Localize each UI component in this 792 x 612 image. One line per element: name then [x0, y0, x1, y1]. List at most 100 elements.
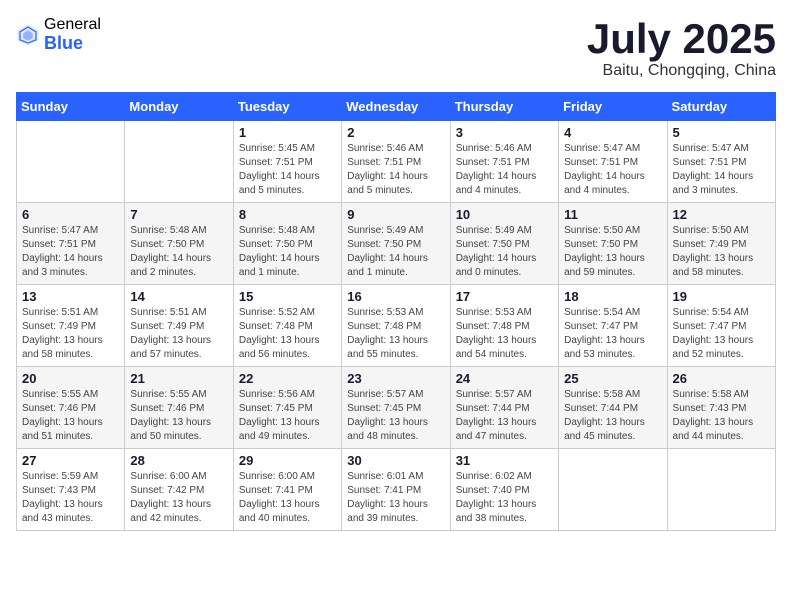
- calendar-cell: 6Sunrise: 5:47 AM Sunset: 7:51 PM Daylig…: [17, 203, 125, 285]
- day-info: Sunrise: 6:00 AM Sunset: 7:41 PM Dayligh…: [239, 470, 336, 526]
- day-info: Sunrise: 6:00 AM Sunset: 7:42 PM Dayligh…: [130, 470, 227, 526]
- title-area: July 2025 Baitu, Chongqing, China: [587, 16, 776, 80]
- day-number: 25: [564, 371, 661, 386]
- day-number: 2: [347, 125, 444, 140]
- day-number: 29: [239, 453, 336, 468]
- day-number: 24: [456, 371, 553, 386]
- day-info: Sunrise: 5:55 AM Sunset: 7:46 PM Dayligh…: [22, 388, 119, 444]
- day-info: Sunrise: 5:59 AM Sunset: 7:43 PM Dayligh…: [22, 470, 119, 526]
- day-number: 18: [564, 289, 661, 304]
- week-row-3: 13 Sunrise: 5:51 AM Sunset: 7:49 PM Dayli…: [17, 285, 776, 367]
- day-header-saturday: Saturday: [667, 93, 775, 121]
- calendar-cell: 11 Sunrise: 5:50 AM Sunset: 7:50 PM Dayli…: [559, 203, 667, 285]
- calendar-cell: 29 Sunrise: 6:00 AM Sunset: 7:41 PM Dayli…: [233, 449, 341, 531]
- day-number: 6: [22, 207, 119, 222]
- calendar-cell: 3 Sunrise: 5:46 AM Sunset: 7:51 PM Daylig…: [450, 121, 558, 203]
- calendar-cell: 4 Sunrise: 5:47 AM Sunset: 7:51 PM Daylig…: [559, 121, 667, 203]
- calendar-cell: 27 Sunrise: 5:59 AM Sunset: 7:43 PM Dayli…: [17, 449, 125, 531]
- calendar-cell: 21 Sunrise: 5:55 AM Sunset: 7:46 PM Dayli…: [125, 367, 233, 449]
- logo-blue: Blue: [44, 34, 101, 54]
- day-number: 8: [239, 207, 336, 222]
- day-info: Sunrise: 5:51 AM Sunset: 7:49 PM Dayligh…: [130, 306, 227, 362]
- day-info: Sunrise: 5:51 AM Sunset: 7:49 PM Dayligh…: [22, 306, 119, 362]
- day-number: 17: [456, 289, 553, 304]
- day-info: Sunrise: 5:45 AM Sunset: 7:51 PM Dayligh…: [239, 142, 336, 198]
- week-row-1: 1 Sunrise: 5:45 AM Sunset: 7:51 PM Daylig…: [17, 121, 776, 203]
- month-title: July 2025: [587, 16, 776, 62]
- day-info: Sunrise: 5:53 AM Sunset: 7:48 PM Dayligh…: [347, 306, 444, 362]
- calendar-cell: 9Sunrise: 5:49 AM Sunset: 7:50 PM Daylig…: [342, 203, 450, 285]
- day-info: Sunrise: 5:53 AM Sunset: 7:48 PM Dayligh…: [456, 306, 553, 362]
- day-info: Sunrise: 5:46 AM Sunset: 7:51 PM Dayligh…: [456, 142, 553, 198]
- day-header-monday: Monday: [125, 93, 233, 121]
- calendar-cell: 31Sunrise: 6:02 AM Sunset: 7:40 PM Dayli…: [450, 449, 558, 531]
- day-header-wednesday: Wednesday: [342, 93, 450, 121]
- calendar-header-row: SundayMondayTuesdayWednesdayThursdayFrid…: [17, 93, 776, 121]
- day-info: Sunrise: 5:56 AM Sunset: 7:45 PM Dayligh…: [239, 388, 336, 444]
- location-title: Baitu, Chongqing, China: [587, 62, 776, 80]
- logo-text: General Blue: [44, 16, 101, 53]
- calendar-cell: 18 Sunrise: 5:54 AM Sunset: 7:47 PM Dayli…: [559, 285, 667, 367]
- day-number: 22: [239, 371, 336, 386]
- logo: General Blue: [16, 16, 101, 53]
- day-number: 16: [347, 289, 444, 304]
- logo-general: General: [44, 16, 101, 34]
- calendar-cell: [559, 449, 667, 531]
- calendar-cell: 19Sunrise: 5:54 AM Sunset: 7:47 PM Dayli…: [667, 285, 775, 367]
- day-info: Sunrise: 6:02 AM Sunset: 7:40 PM Dayligh…: [456, 470, 553, 526]
- calendar-cell: 24Sunrise: 5:57 AM Sunset: 7:44 PM Dayli…: [450, 367, 558, 449]
- day-info: Sunrise: 5:54 AM Sunset: 7:47 PM Dayligh…: [673, 306, 770, 362]
- day-info: Sunrise: 5:58 AM Sunset: 7:43 PM Dayligh…: [673, 388, 770, 444]
- day-number: 3: [456, 125, 553, 140]
- day-number: 11: [564, 207, 661, 222]
- calendar-cell: 10Sunrise: 5:49 AM Sunset: 7:50 PM Dayli…: [450, 203, 558, 285]
- day-info: Sunrise: 5:52 AM Sunset: 7:48 PM Dayligh…: [239, 306, 336, 362]
- day-info: Sunrise: 5:46 AM Sunset: 7:51 PM Dayligh…: [347, 142, 444, 198]
- day-number: 1: [239, 125, 336, 140]
- day-number: 4: [564, 125, 661, 140]
- page-header: General Blue July 2025 Baitu, Chongqing,…: [16, 16, 776, 80]
- day-number: 20: [22, 371, 119, 386]
- calendar-cell: 8Sunrise: 5:48 AM Sunset: 7:50 PM Daylig…: [233, 203, 341, 285]
- calendar-cell: 22 Sunrise: 5:56 AM Sunset: 7:45 PM Dayli…: [233, 367, 341, 449]
- day-number: 12: [673, 207, 770, 222]
- calendar-table: SundayMondayTuesdayWednesdayThursdayFrid…: [16, 92, 776, 531]
- calendar-cell: [17, 121, 125, 203]
- day-info: Sunrise: 5:55 AM Sunset: 7:46 PM Dayligh…: [130, 388, 227, 444]
- day-number: 13: [22, 289, 119, 304]
- calendar-cell: 15Sunrise: 5:52 AM Sunset: 7:48 PM Dayli…: [233, 285, 341, 367]
- calendar-cell: 7 Sunrise: 5:48 AM Sunset: 7:50 PM Daylig…: [125, 203, 233, 285]
- day-number: 5: [673, 125, 770, 140]
- calendar-cell: 13 Sunrise: 5:51 AM Sunset: 7:49 PM Dayli…: [17, 285, 125, 367]
- day-info: Sunrise: 5:50 AM Sunset: 7:50 PM Dayligh…: [564, 224, 661, 280]
- day-number: 7: [130, 207, 227, 222]
- calendar-cell: 12 Sunrise: 5:50 AM Sunset: 7:49 PM Dayli…: [667, 203, 775, 285]
- day-number: 23: [347, 371, 444, 386]
- day-info: Sunrise: 5:48 AM Sunset: 7:50 PM Dayligh…: [130, 224, 227, 280]
- day-number: 21: [130, 371, 227, 386]
- logo-icon: [16, 23, 40, 47]
- day-info: Sunrise: 5:49 AM Sunset: 7:50 PM Dayligh…: [347, 224, 444, 280]
- day-header-friday: Friday: [559, 93, 667, 121]
- day-info: Sunrise: 5:50 AM Sunset: 7:49 PM Dayligh…: [673, 224, 770, 280]
- day-header-thursday: Thursday: [450, 93, 558, 121]
- day-number: 27: [22, 453, 119, 468]
- week-row-5: 27 Sunrise: 5:59 AM Sunset: 7:43 PM Dayli…: [17, 449, 776, 531]
- day-info: Sunrise: 5:57 AM Sunset: 7:45 PM Dayligh…: [347, 388, 444, 444]
- calendar-cell: 14 Sunrise: 5:51 AM Sunset: 7:49 PM Dayli…: [125, 285, 233, 367]
- calendar-cell: 26 Sunrise: 5:58 AM Sunset: 7:43 PM Dayli…: [667, 367, 775, 449]
- calendar-cell: 23 Sunrise: 5:57 AM Sunset: 7:45 PM Dayli…: [342, 367, 450, 449]
- day-number: 26: [673, 371, 770, 386]
- day-info: Sunrise: 5:54 AM Sunset: 7:47 PM Dayligh…: [564, 306, 661, 362]
- day-number: 14: [130, 289, 227, 304]
- day-info: Sunrise: 5:47 AM Sunset: 7:51 PM Dayligh…: [564, 142, 661, 198]
- week-row-2: 6Sunrise: 5:47 AM Sunset: 7:51 PM Daylig…: [17, 203, 776, 285]
- day-header-sunday: Sunday: [17, 93, 125, 121]
- day-number: 30: [347, 453, 444, 468]
- day-info: Sunrise: 5:58 AM Sunset: 7:44 PM Dayligh…: [564, 388, 661, 444]
- day-number: 28: [130, 453, 227, 468]
- day-info: Sunrise: 6:01 AM Sunset: 7:41 PM Dayligh…: [347, 470, 444, 526]
- calendar-cell: 17 Sunrise: 5:53 AM Sunset: 7:48 PM Dayli…: [450, 285, 558, 367]
- calendar-cell: 25 Sunrise: 5:58 AM Sunset: 7:44 PM Dayli…: [559, 367, 667, 449]
- day-header-tuesday: Tuesday: [233, 93, 341, 121]
